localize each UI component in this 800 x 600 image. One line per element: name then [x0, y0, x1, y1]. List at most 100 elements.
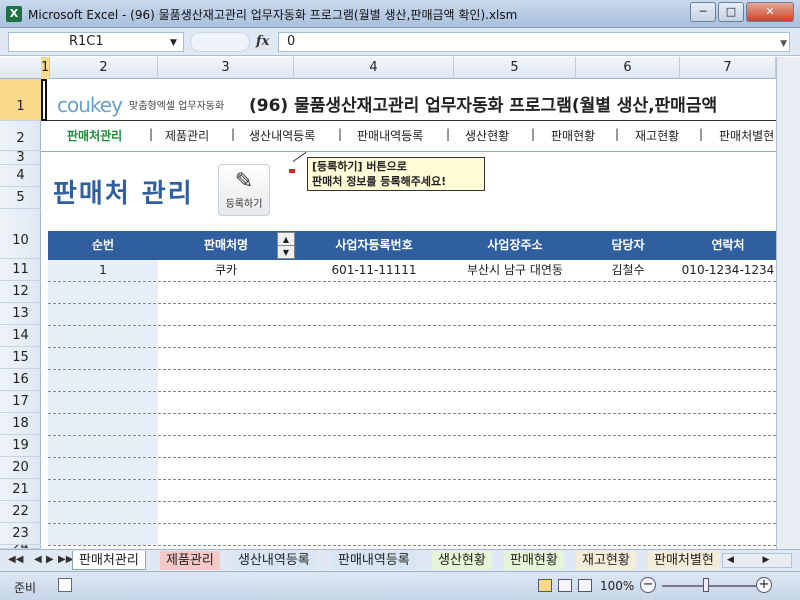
sheet-tab[interactable]: 재고현황 [576, 551, 636, 570]
row-header[interactable]: 21 [0, 479, 41, 501]
nav-separator: | [531, 127, 536, 141]
active-cell-cursor [41, 79, 47, 121]
table-row[interactable] [48, 458, 776, 480]
nav-separator: | [446, 127, 451, 141]
nav-seller-status[interactable]: 판매처별현 [719, 127, 774, 144]
chevron-down-icon[interactable]: ▼ [170, 38, 177, 48]
sort-spin-button[interactable]: ▲ ▼ [277, 232, 295, 259]
spin-down-icon[interactable]: ▼ [278, 246, 294, 259]
table-row[interactable] [48, 436, 776, 458]
table-header: 순번 판매처명 사업자등록번호 사업장주소 담당자 연락처 [48, 231, 776, 260]
row-header[interactable]: 22 [0, 501, 41, 523]
row-header[interactable]: 1 [0, 79, 41, 121]
row-header[interactable]: 15 [0, 347, 41, 369]
nav-seller-management[interactable]: 판매처관리 [67, 127, 122, 144]
table-row[interactable] [48, 480, 776, 502]
maximize-button[interactable]: □ [718, 2, 744, 22]
row-header[interactable]: 11 [0, 259, 41, 281]
nav-production-entry[interactable]: 생산내역등록 [249, 127, 315, 144]
nav-separator: | [338, 127, 343, 141]
table-row[interactable] [48, 326, 776, 348]
row-header-bar: 1 2 3 4 5 10 11 12 13 14 15 16 17 18 19 … [0, 79, 41, 549]
insert-function-icon[interactable]: fx [256, 34, 269, 49]
close-button[interactable]: ✕ [746, 2, 794, 22]
column-header[interactable]: 5 [454, 57, 576, 79]
zoom-out-icon[interactable]: − [640, 577, 656, 593]
row-header[interactable]: 19 [0, 435, 41, 457]
row-header[interactable]: 3 [0, 151, 41, 165]
table-row[interactable] [48, 348, 776, 370]
page-layout-view-icon[interactable] [558, 579, 572, 592]
cell-business-no: 601-11-11111 [331, 263, 417, 277]
nav-separator: | [231, 127, 236, 141]
row-header[interactable]: 18 [0, 413, 41, 435]
title-bar: X Microsoft Excel - (96) 물품생산재고관리 업무자동화 … [0, 0, 800, 28]
table-row[interactable] [48, 524, 776, 546]
row-header[interactable]: 4 [0, 165, 41, 187]
row-header[interactable]: 20 [0, 457, 41, 479]
page-title: 판매처 관리 [53, 179, 194, 209]
sheet-tab[interactable]: 판매처관리 [72, 551, 146, 570]
table-row[interactable] [48, 304, 776, 326]
table-row[interactable]: 1 쿠카 601-11-11111 부산시 남구 대연동 김철수 010-123… [48, 260, 776, 282]
table-row[interactable] [48, 414, 776, 436]
cell-manager: 김철수 [611, 263, 645, 277]
column-header[interactable]: 7 [680, 57, 776, 79]
column-header[interactable]: 3 [158, 57, 294, 79]
nav-product-management[interactable]: 제품관리 [165, 127, 209, 144]
sheet-tab[interactable]: 판매현황 [504, 551, 564, 570]
name-box[interactable]: R1C1 [8, 32, 184, 52]
formula-input[interactable]: 0 ▼ [278, 32, 790, 52]
excel-icon: X [6, 6, 22, 22]
table-row[interactable] [48, 392, 776, 414]
sheet-tab[interactable]: 생산내역등록 [232, 551, 316, 570]
minimize-button[interactable]: ─ [690, 2, 716, 22]
row-header[interactable]: 12 [0, 281, 41, 303]
nav-sales-entry[interactable]: 판매내역등록 [357, 127, 423, 144]
prev-sheet-icon[interactable]: ◀ [34, 554, 42, 565]
nav-inventory-status[interactable]: 재고현황 [635, 127, 679, 144]
table-row[interactable] [48, 370, 776, 392]
register-button[interactable]: ✎ 등록하기 [218, 164, 270, 216]
row-header[interactable]: 16 [0, 369, 41, 391]
formula-bar-divider [190, 32, 250, 52]
row-header[interactable]: 10 [0, 209, 41, 259]
column-header[interactable]: 2 [50, 57, 158, 79]
row-header[interactable]: 17 [0, 391, 41, 413]
sheet-tab[interactable]: 판매내역등록 [332, 551, 416, 570]
row-header[interactable]: 2 [0, 121, 41, 151]
horizontal-scrollbar[interactable]: ◀ ▶ [722, 553, 792, 568]
row-header[interactable]: 14 [0, 325, 41, 347]
next-sheet-icon[interactable]: ▶ [46, 554, 54, 565]
column-header[interactable]: 1 [41, 57, 50, 79]
sheet-tab[interactable]: 판매처별현 [648, 551, 720, 570]
macro-record-icon[interactable] [58, 578, 72, 592]
row-header[interactable]: 13 [0, 303, 41, 325]
zoom-in-icon[interactable]: + [756, 577, 772, 593]
nav-production-status[interactable]: 생산현황 [465, 127, 509, 144]
first-sheet-icon[interactable]: ◀◀ [8, 554, 23, 565]
spin-up-icon[interactable]: ▲ [278, 233, 294, 246]
zoom-slider-track[interactable] [662, 585, 756, 587]
nav-sales-status[interactable]: 판매현황 [551, 127, 595, 144]
table-row[interactable] [48, 502, 776, 524]
sheet-tab[interactable]: 생산현황 [432, 551, 492, 570]
table-row[interactable] [48, 282, 776, 304]
callout-pointer [292, 151, 307, 162]
column-header-bar: 1 2 3 4 5 6 7 [0, 57, 776, 79]
normal-view-icon[interactable] [538, 579, 552, 592]
help-callout: [등록하기] 버튼으로 판매처 정보를 등록해주세요! [307, 157, 485, 191]
worksheet[interactable]: coukey 맞춤형엑셀 업무자동화 (96) 물품생산재고관리 업무자동화 프… [41, 79, 776, 549]
vertical-scrollbar[interactable] [776, 57, 800, 549]
expand-formula-bar-icon[interactable]: ▼ [780, 35, 787, 53]
row-header[interactable]: 23 [0, 523, 41, 545]
header-divider [41, 120, 776, 121]
sheet-tab[interactable]: 제품관리 [160, 551, 220, 570]
row-header[interactable]: 5 [0, 187, 41, 209]
zoom-slider-thumb[interactable] [703, 578, 709, 592]
page-break-view-icon[interactable] [578, 579, 592, 592]
column-header[interactable]: 6 [576, 57, 680, 79]
zoom-level[interactable]: 100% [600, 579, 634, 593]
column-header[interactable]: 4 [294, 57, 454, 79]
callout-line-2: 판매처 정보를 등록해주세요! [312, 175, 447, 188]
